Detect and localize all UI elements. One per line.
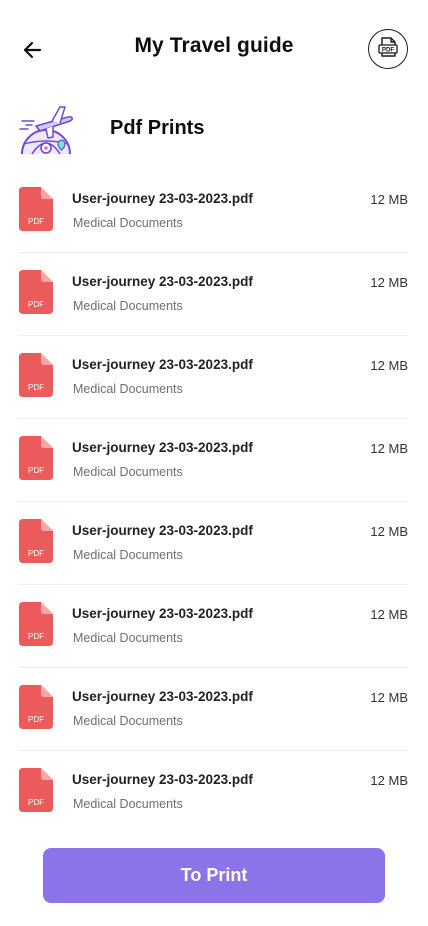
file-name: User-journey 23-03-2023.pdf [72,440,253,455]
to-print-button[interactable]: To Print [43,848,385,903]
file-category: Medical Documents [73,216,183,230]
svg-text:PDF: PDF [28,549,44,558]
pdf-file-icon: PDF [19,436,53,480]
pdf-icon-label: PDF [382,46,395,53]
file-size: 12 MB [370,773,408,788]
file-category: Medical Documents [73,299,183,313]
file-size: 12 MB [370,607,408,622]
file-row[interactable]: PDF User-journey 23-03-2023.pdf Medical … [19,253,408,336]
svg-text:PDF: PDF [28,383,44,392]
file-list: PDF User-journey 23-03-2023.pdf Medical … [0,170,428,834]
file-size: 12 MB [370,358,408,373]
file-size: 12 MB [370,441,408,456]
file-name: User-journey 23-03-2023.pdf [72,357,253,372]
pdf-file-icon: PDF [19,602,53,646]
svg-text:PDF: PDF [28,798,44,807]
file-size: 12 MB [370,192,408,207]
file-row[interactable]: PDF User-journey 23-03-2023.pdf Medical … [19,502,408,585]
file-category: Medical Documents [73,631,183,645]
file-category: Medical Documents [73,382,183,396]
svg-text:PDF: PDF [28,466,44,475]
file-name: User-journey 23-03-2023.pdf [72,523,253,538]
file-row[interactable]: PDF User-journey 23-03-2023.pdf Medical … [19,419,408,502]
file-name: User-journey 23-03-2023.pdf [72,274,253,289]
file-row[interactable]: PDF User-journey 23-03-2023.pdf Medical … [19,336,408,419]
pdf-file-icon: PDF [19,187,53,231]
screen: My Travel guide PDF Pdf Prints PDF User-… [0,0,428,926]
pdf-file-icon: PDF [19,685,53,729]
file-category: Medical Documents [73,797,183,811]
svg-text:PDF: PDF [28,715,44,724]
file-name: User-journey 23-03-2023.pdf [72,689,253,704]
svg-text:PDF: PDF [28,632,44,641]
file-row[interactable]: PDF User-journey 23-03-2023.pdf Medical … [19,170,408,253]
file-row[interactable]: PDF User-journey 23-03-2023.pdf Medical … [19,751,408,834]
file-name: User-journey 23-03-2023.pdf [72,772,253,787]
file-category: Medical Documents [73,714,183,728]
file-category: Medical Documents [73,465,183,479]
pdf-file-icon: PDF [19,270,53,314]
page-title: My Travel guide [134,34,294,57]
file-category: Medical Documents [73,548,183,562]
svg-text:PDF: PDF [28,300,44,309]
svg-text:PDF: PDF [28,217,44,226]
pdf-file-icon: PDF [19,768,53,812]
pdf-export-button[interactable]: PDF [368,29,408,69]
file-size: 12 MB [370,275,408,290]
app-header: My Travel guide PDF [0,0,428,100]
pdf-file-icon: PDF [19,519,53,563]
file-name: User-journey 23-03-2023.pdf [72,606,253,621]
file-size: 12 MB [370,524,408,539]
file-row[interactable]: PDF User-journey 23-03-2023.pdf Medical … [19,668,408,751]
pdf-icon: PDF [377,36,399,63]
file-row[interactable]: PDF User-journey 23-03-2023.pdf Medical … [19,585,408,668]
file-size: 12 MB [370,690,408,705]
section-title: Pdf Prints [110,117,205,139]
pdf-file-icon: PDF [19,353,53,397]
file-name: User-journey 23-03-2023.pdf [72,191,253,206]
airplane-globe-icon [18,104,74,156]
